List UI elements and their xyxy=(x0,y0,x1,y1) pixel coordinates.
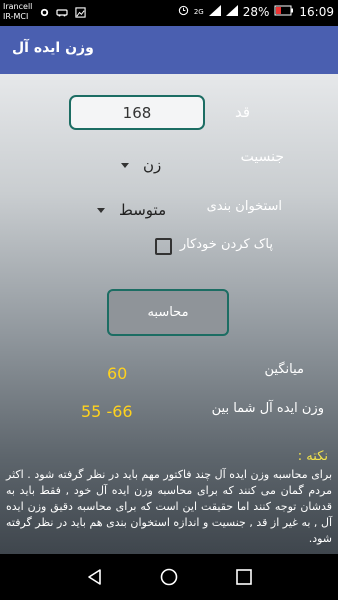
recents-icon[interactable] xyxy=(234,567,254,587)
carrier-name: Irancell xyxy=(3,2,33,11)
note-title: نکته : xyxy=(297,449,328,464)
dropdown-arrow-icon xyxy=(97,207,105,213)
carrier-network: IR-MCI xyxy=(3,12,29,21)
app-title: وزن ایده آل xyxy=(12,40,94,56)
clock: 16:09 xyxy=(299,5,334,19)
carrier-info: Irancell IR-MCI xyxy=(3,2,32,22)
bone-label: استخوان بندی xyxy=(206,199,282,214)
autoclear-label: پاک کردن خودکار xyxy=(179,237,273,252)
bone-select[interactable]: متوسط xyxy=(97,201,166,219)
home-icon[interactable] xyxy=(159,567,179,587)
back-icon[interactable] xyxy=(85,567,105,587)
height-label: قد xyxy=(234,103,250,121)
settings-icon xyxy=(38,6,50,18)
gender-label: جنسیت xyxy=(240,149,284,165)
average-label: میانگین xyxy=(264,362,304,377)
battery-percent: 28% xyxy=(242,5,270,19)
signal-icon xyxy=(208,5,221,19)
alarm-icon xyxy=(178,5,189,19)
app-bar: وزن ایده آل xyxy=(0,26,338,74)
gender-select[interactable]: زن xyxy=(121,156,161,174)
image-icon xyxy=(74,6,86,18)
signal-icon-2 xyxy=(225,5,238,19)
note-text: برای محاسبه وزن ایده آل چند فاکتور مهم ب… xyxy=(6,468,332,545)
autoclear-checkbox[interactable] xyxy=(155,238,172,255)
bone-value: متوسط xyxy=(119,201,167,219)
car-icon xyxy=(56,6,68,18)
status-bar: Irancell IR-MCI 2G 28% 16:09 xyxy=(0,0,338,26)
calculate-button[interactable]: محاسبه xyxy=(107,289,229,336)
battery-icon xyxy=(274,5,294,19)
main-content: قد 168 جنسیت زن استخوان بندی متوسط پاک ک… xyxy=(0,74,338,554)
dropdown-arrow-icon xyxy=(121,162,129,168)
network-type: 2G xyxy=(193,8,204,16)
gender-value: زن xyxy=(143,156,162,174)
height-input[interactable]: 168 xyxy=(69,95,205,130)
average-value: 60 xyxy=(107,364,128,383)
ideal-weight-label: وزن ایده آل شما بین xyxy=(211,401,324,416)
ideal-weight-value: 55 -66 xyxy=(81,402,133,421)
navigation-bar xyxy=(0,554,338,600)
